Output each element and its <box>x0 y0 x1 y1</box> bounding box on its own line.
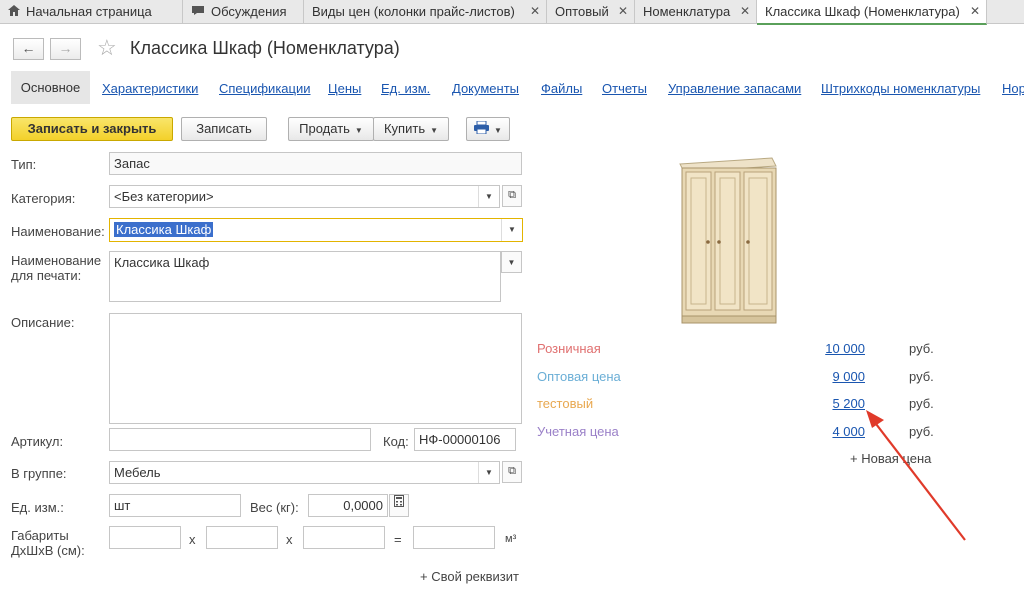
arrow-left-icon: ← <box>21 40 36 56</box>
price-type-test: тестовый <box>537 396 594 411</box>
tab-nomenclature[interactable]: Номенклатура ✕ <box>635 0 757 24</box>
unit-field[interactable]: шт <box>109 494 241 517</box>
weight-label: Вес (кг): <box>250 500 299 515</box>
category-label: Категория: <box>11 191 76 206</box>
tab-home[interactable]: Начальная страница <box>0 0 183 24</box>
close-icon[interactable]: ✕ <box>618 0 628 23</box>
price-type-accounting: Учетная цена <box>537 424 619 439</box>
product-image <box>672 152 782 328</box>
unit-label: Ед. изм.: <box>11 500 64 515</box>
section-documents[interactable]: Документы <box>452 81 519 96</box>
dropdown-icon[interactable]: ▼ <box>501 251 522 273</box>
type-field[interactable]: Запас <box>109 152 522 175</box>
volume-field[interactable] <box>413 526 495 549</box>
article-field[interactable] <box>109 428 371 451</box>
section-prices[interactable]: Цены <box>328 81 361 96</box>
price-value-accounting[interactable]: 4 000 <box>805 424 865 439</box>
description-label: Описание: <box>11 315 75 330</box>
section-reports[interactable]: Отчеты <box>602 81 647 96</box>
code-field[interactable]: НФ-00000106 <box>414 428 516 451</box>
section-main[interactable]: Основное <box>11 71 90 104</box>
section-characteristics[interactable]: Характеристики <box>102 81 198 96</box>
name-field[interactable]: Классика Шкаф ▼ <box>109 218 523 242</box>
group-field[interactable]: Мебель ▼ <box>109 461 500 484</box>
price-currency: руб. <box>909 424 934 439</box>
code-label: Код: <box>383 434 409 449</box>
close-icon[interactable]: ✕ <box>970 0 980 23</box>
dropdown-icon[interactable]: ▼ <box>501 219 522 241</box>
arrow-right-icon: → <box>58 40 73 56</box>
tab-wholesale[interactable]: Оптовый ✕ <box>547 0 635 24</box>
section-stock-management[interactable]: Управление запасами <box>668 81 801 96</box>
length-field[interactable] <box>109 526 181 549</box>
close-icon[interactable]: ✕ <box>530 0 540 23</box>
width-field[interactable] <box>206 526 278 549</box>
calculator-icon[interactable] <box>389 494 409 517</box>
dims-separator: x <box>286 532 293 547</box>
forward-button[interactable]: → <box>50 38 81 60</box>
section-files[interactable]: Файлы <box>541 81 582 96</box>
add-new-price-link[interactable]: + Новая цена <box>850 451 931 466</box>
caret-down-icon: ▼ <box>494 126 502 135</box>
price-currency: руб. <box>909 341 934 356</box>
print-name-label: Наименование для печати: <box>11 253 102 283</box>
name-label: Наименование: <box>11 224 105 239</box>
price-currency: руб. <box>909 369 934 384</box>
height-field[interactable] <box>303 526 385 549</box>
group-label: В группе: <box>11 466 67 481</box>
weight-field[interactable]: 0,0000 <box>308 494 388 517</box>
dims-label: Габариты ДхШхВ (см): <box>11 528 85 558</box>
dims-equals: = <box>394 532 402 547</box>
type-label: Тип: <box>11 157 37 172</box>
description-field[interactable] <box>109 313 522 424</box>
tab-current-item[interactable]: Классика Шкаф (Номенклатура) ✕ <box>757 0 987 25</box>
dropdown-icon[interactable]: ▼ <box>478 186 499 207</box>
close-icon[interactable]: ✕ <box>740 0 750 23</box>
tab-discussions[interactable]: Обсуждения <box>183 0 304 24</box>
volume-unit: м³ <box>505 533 517 545</box>
tab-bar: Начальная страница Обсуждения Виды цен (… <box>0 0 1024 25</box>
category-field[interactable]: <Без категории> ▼ <box>109 185 500 208</box>
section-barcodes[interactable]: Штрихкоды номенклатуры <box>821 81 980 96</box>
back-button[interactable]: ← <box>13 38 44 60</box>
caret-down-icon: ▼ <box>430 126 439 135</box>
favorite-star-icon[interactable]: ☆ <box>97 35 117 61</box>
printer-icon <box>474 119 490 141</box>
print-button[interactable]: ▼ <box>466 117 510 141</box>
home-icon <box>8 0 20 23</box>
save-and-close-button[interactable]: Записать и закрыть <box>11 117 173 141</box>
page-title: Классика Шкаф (Номенклатура) <box>130 38 400 58</box>
section-specifications[interactable]: Спецификации <box>219 81 311 96</box>
price-value-test[interactable]: 5 200 <box>805 396 865 411</box>
print-name-field[interactable]: Классика Шкаф <box>109 251 501 302</box>
section-units[interactable]: Ед. изм. <box>381 81 430 96</box>
buy-button[interactable]: Купить ▼ <box>373 117 449 141</box>
price-value-retail[interactable]: 10 000 <box>805 341 865 356</box>
section-more[interactable]: Нор <box>1002 81 1024 96</box>
open-icon[interactable]: ⧉ <box>502 461 522 483</box>
price-type-retail: Розничная <box>537 341 601 356</box>
sell-button[interactable]: Продать ▼ <box>288 117 374 141</box>
caret-down-icon: ▼ <box>354 126 363 135</box>
dropdown-icon[interactable]: ▼ <box>478 462 499 483</box>
price-type-wholesale: Оптовая цена <box>537 369 621 384</box>
open-icon[interactable]: ⧉ <box>502 185 522 207</box>
article-label: Артикул: <box>11 434 64 449</box>
tab-price-types[interactable]: Виды цен (колонки прайс-листов) ✕ <box>304 0 547 24</box>
add-own-property-link[interactable]: + Свой реквизит <box>420 569 519 584</box>
dims-separator: x <box>189 532 196 547</box>
price-currency: руб. <box>909 396 934 411</box>
chat-icon <box>191 0 205 23</box>
save-button[interactable]: Записать <box>181 117 267 141</box>
price-value-wholesale[interactable]: 9 000 <box>805 369 865 384</box>
